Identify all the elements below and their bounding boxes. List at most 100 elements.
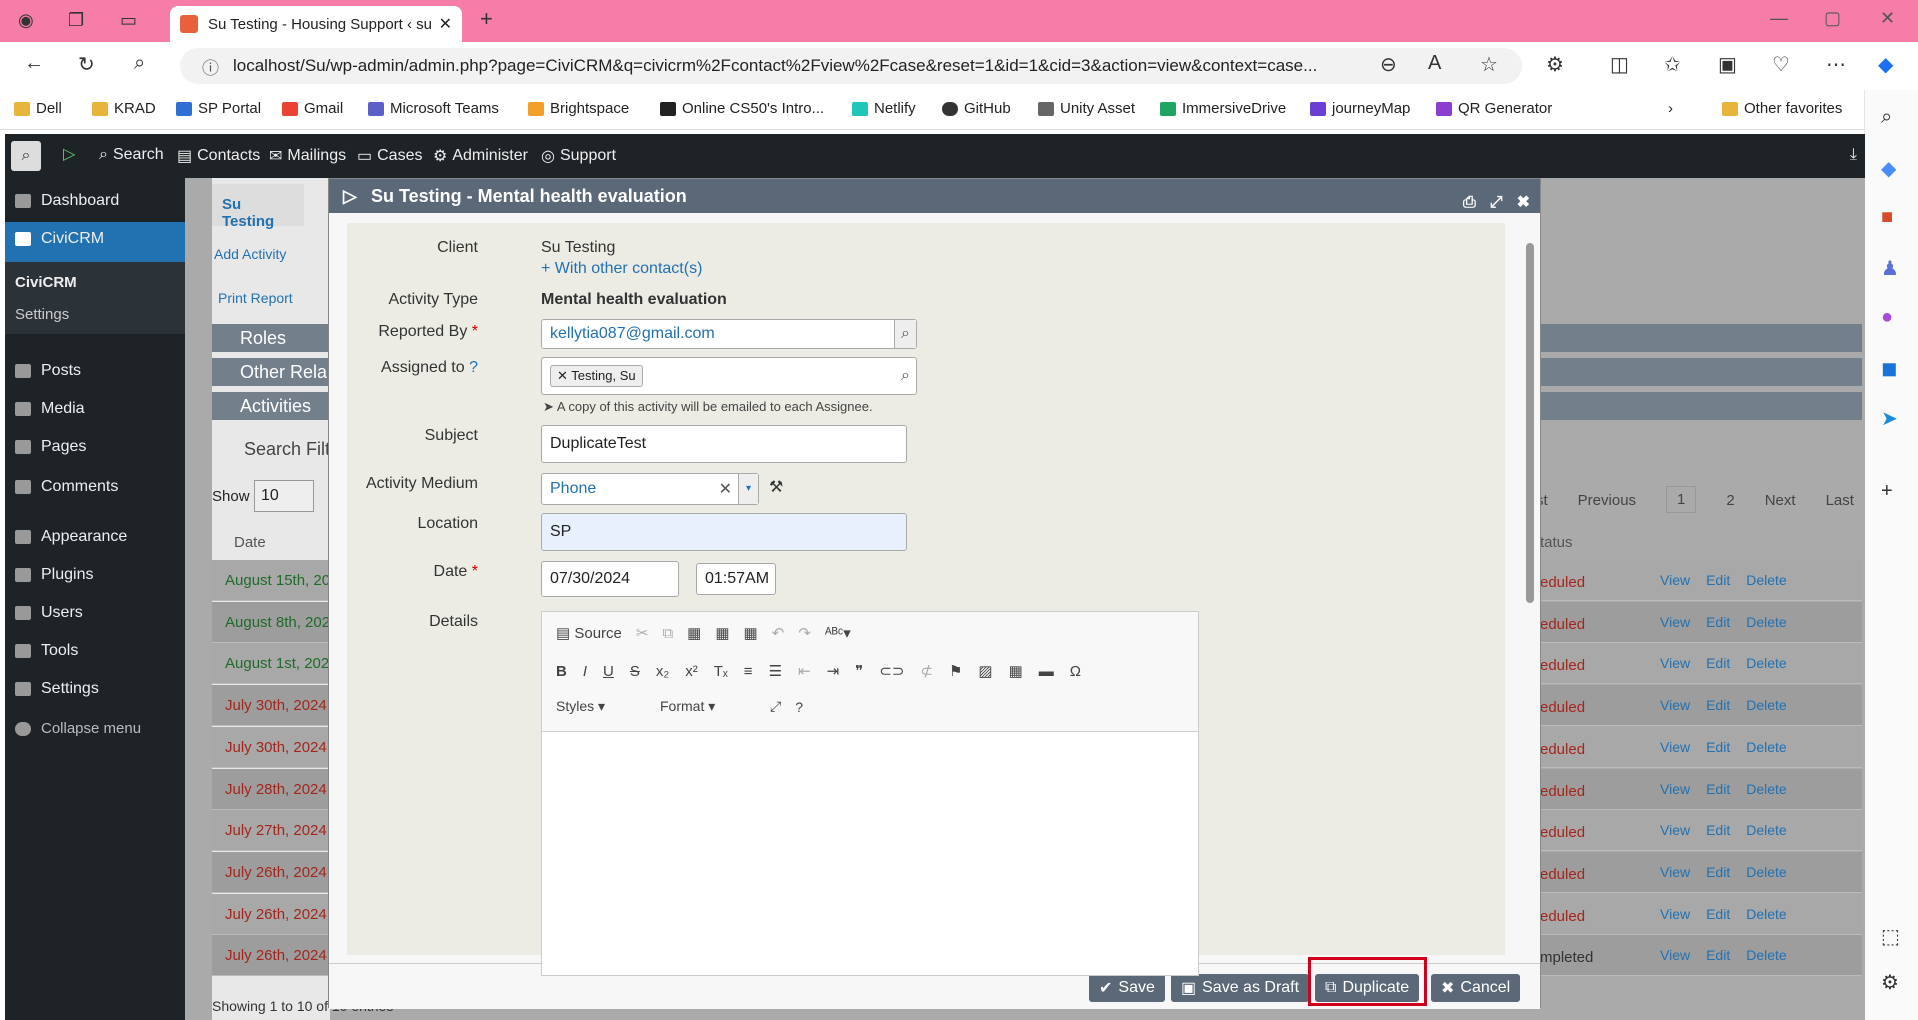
print-icon[interactable]: ⎙ [1463, 186, 1476, 220]
view-link[interactable]: View [1660, 947, 1690, 963]
edit-link[interactable]: Edit [1706, 864, 1730, 880]
edit-link[interactable]: Edit [1706, 781, 1730, 797]
games-icon[interactable]: ♟ [1881, 256, 1899, 281]
view-link[interactable]: View [1660, 906, 1690, 922]
maximize-icon[interactable]: ▢ [1824, 8, 1841, 29]
superscript-icon[interactable]: x² [685, 663, 698, 680]
profile-icon[interactable]: ◉ [18, 10, 34, 31]
bullet-list-icon[interactable]: ☰ [769, 662, 782, 680]
close-window-icon[interactable]: ✕ [1880, 8, 1895, 29]
workspaces-icon[interactable]: ❐ [68, 10, 84, 31]
screenshot-icon[interactable]: ⬚ [1881, 924, 1900, 949]
delete-link[interactable]: Delete [1746, 864, 1786, 880]
bold-icon[interactable]: B [556, 663, 567, 680]
view-link[interactable]: View [1660, 697, 1690, 713]
send-icon[interactable]: ➤ [1881, 406, 1898, 431]
submenu-settings[interactable]: Settings [15, 306, 69, 323]
minimize-icon[interactable]: — [1770, 8, 1788, 29]
expand-icon[interactable]: ⤢ [1490, 186, 1503, 220]
add-sidebar-icon[interactable]: + [1881, 480, 1893, 503]
edit-link[interactable]: Edit [1706, 655, 1730, 671]
edit-link[interactable]: Edit [1706, 947, 1730, 963]
scrollbar-thumb[interactable] [1526, 243, 1534, 603]
search-icon[interactable]: ⌕ [894, 320, 916, 348]
sidebar-item-appearance[interactable]: Appearance [15, 528, 127, 546]
sidebar-item-users[interactable]: Users [15, 604, 83, 622]
underline-icon[interactable]: U [603, 663, 614, 680]
extensions-icon[interactable]: ⚙ [1546, 52, 1564, 77]
shopping-icon[interactable]: ◆ [1881, 156, 1896, 181]
pagination-previous[interactable]: Previous [1578, 492, 1636, 513]
print-report-link[interactable]: Print Report [218, 290, 293, 306]
delete-link[interactable]: Delete [1746, 572, 1786, 588]
bookmark-netlify[interactable]: Netlify [852, 100, 916, 117]
paste-text-icon[interactable]: ▦ [715, 624, 729, 642]
civicrm-logo-icon[interactable]: ▷ [63, 144, 75, 164]
submenu-civicrm[interactable]: CiviCRM [15, 274, 77, 291]
performance-icon[interactable]: ♡ [1772, 52, 1790, 77]
back-icon[interactable]: ← [24, 52, 44, 75]
view-link[interactable]: View [1660, 822, 1690, 838]
date-input[interactable]: 07/30/2024 [541, 561, 679, 597]
menu-search[interactable]: ⌕ Search [99, 146, 164, 164]
tab-su-testing[interactable]: Su Testing [212, 184, 304, 230]
wrench-icon[interactable]: ⚒ [769, 477, 783, 497]
collections-icon[interactable]: ▣ [1718, 52, 1737, 77]
bookmark-github[interactable]: GitHub [942, 100, 1011, 117]
tools-icon[interactable]: ■ [1881, 206, 1893, 229]
zoom-icon[interactable]: ⊖ [1380, 52, 1397, 77]
view-link[interactable]: View [1660, 739, 1690, 755]
sidebar-item-civicrm[interactable]: CiviCRM [15, 230, 104, 248]
sidebar-item-posts[interactable]: Posts [15, 362, 81, 380]
bookmarks-more-icon[interactable]: › [1668, 100, 1673, 117]
quick-search-icon[interactable]: ⌕ [11, 141, 41, 171]
url-input[interactable]: ⓘ localhost/Su/wp-admin/admin.php?page=C… [180, 48, 1522, 84]
menu-contacts[interactable]: ▤ Contacts [177, 146, 260, 166]
reported-by-field[interactable]: kellytia087@gmail.com ⌕ [541, 319, 917, 349]
refresh-icon[interactable]: ↻ [78, 52, 95, 77]
location-input[interactable]: SP [541, 513, 907, 551]
indent-icon[interactable]: ⇥ [827, 662, 840, 680]
strike-icon[interactable]: S [630, 663, 640, 680]
download-icon[interactable]: ⤓ [1850, 146, 1857, 164]
numbered-list-icon[interactable]: ≡ [744, 663, 753, 680]
view-link[interactable]: View [1660, 864, 1690, 880]
table-icon[interactable]: ▦ [1009, 662, 1023, 680]
sidebar-item-media[interactable]: Media [15, 400, 85, 418]
assigned-to-field[interactable]: ✕ Testing, Su ⌕ [541, 357, 917, 395]
bookmark-gmail[interactable]: Gmail [282, 100, 343, 117]
outdent-icon[interactable]: ⇤ [798, 662, 811, 680]
bookmark-immersivedrive[interactable]: ImmersiveDrive [1160, 100, 1286, 117]
bookmark-sp-portal[interactable]: SP Portal [176, 100, 261, 117]
italic-icon[interactable]: I [583, 663, 587, 680]
edit-link[interactable]: Edit [1706, 697, 1730, 713]
add-activity-button[interactable]: Add Activity [214, 246, 286, 262]
activity-medium-select[interactable]: Phone ✕ ▾ [541, 473, 759, 505]
delete-link[interactable]: Delete [1746, 822, 1786, 838]
link-icon[interactable]: ⊂⊃ [879, 662, 904, 680]
delete-link[interactable]: Delete [1746, 655, 1786, 671]
edit-link[interactable]: Edit [1706, 739, 1730, 755]
view-link[interactable]: View [1660, 614, 1690, 630]
read-aloud-icon[interactable]: A [1428, 52, 1441, 75]
split-screen-icon[interactable]: ◫ [1610, 52, 1629, 77]
redo-icon[interactable]: ↷ [798, 624, 811, 642]
paste-word-icon[interactable]: ▦ [744, 624, 758, 642]
bookmark-brightspace[interactable]: Brightspace [528, 100, 629, 117]
cut-icon[interactable]: ✂ [636, 624, 649, 642]
tab-actions-icon[interactable]: ▭ [120, 10, 137, 31]
close-dialog-icon[interactable]: ✖ [1517, 186, 1530, 220]
horizontal-rule-icon[interactable]: ▬ [1039, 663, 1054, 680]
bookmark-unity[interactable]: Unity Asset [1038, 100, 1135, 117]
sidebar-item-comments[interactable]: Comments [15, 478, 118, 496]
help-icon[interactable]: ? [795, 699, 803, 715]
special-char-icon[interactable]: Ω [1070, 663, 1081, 680]
sidebar-item-plugins[interactable]: Plugins [15, 566, 93, 584]
save-as-draft-button[interactable]: ▣ Save as Draft [1171, 974, 1310, 1002]
styles-dropdown[interactable]: Styles ▾ [556, 698, 646, 715]
unlink-icon[interactable]: ⊄ [920, 662, 933, 680]
subject-input[interactable]: DuplicateTest [541, 425, 907, 463]
delete-link[interactable]: Delete [1746, 781, 1786, 797]
new-tab-icon[interactable]: + [480, 6, 493, 32]
date-column-header[interactable]: Date [234, 534, 266, 551]
